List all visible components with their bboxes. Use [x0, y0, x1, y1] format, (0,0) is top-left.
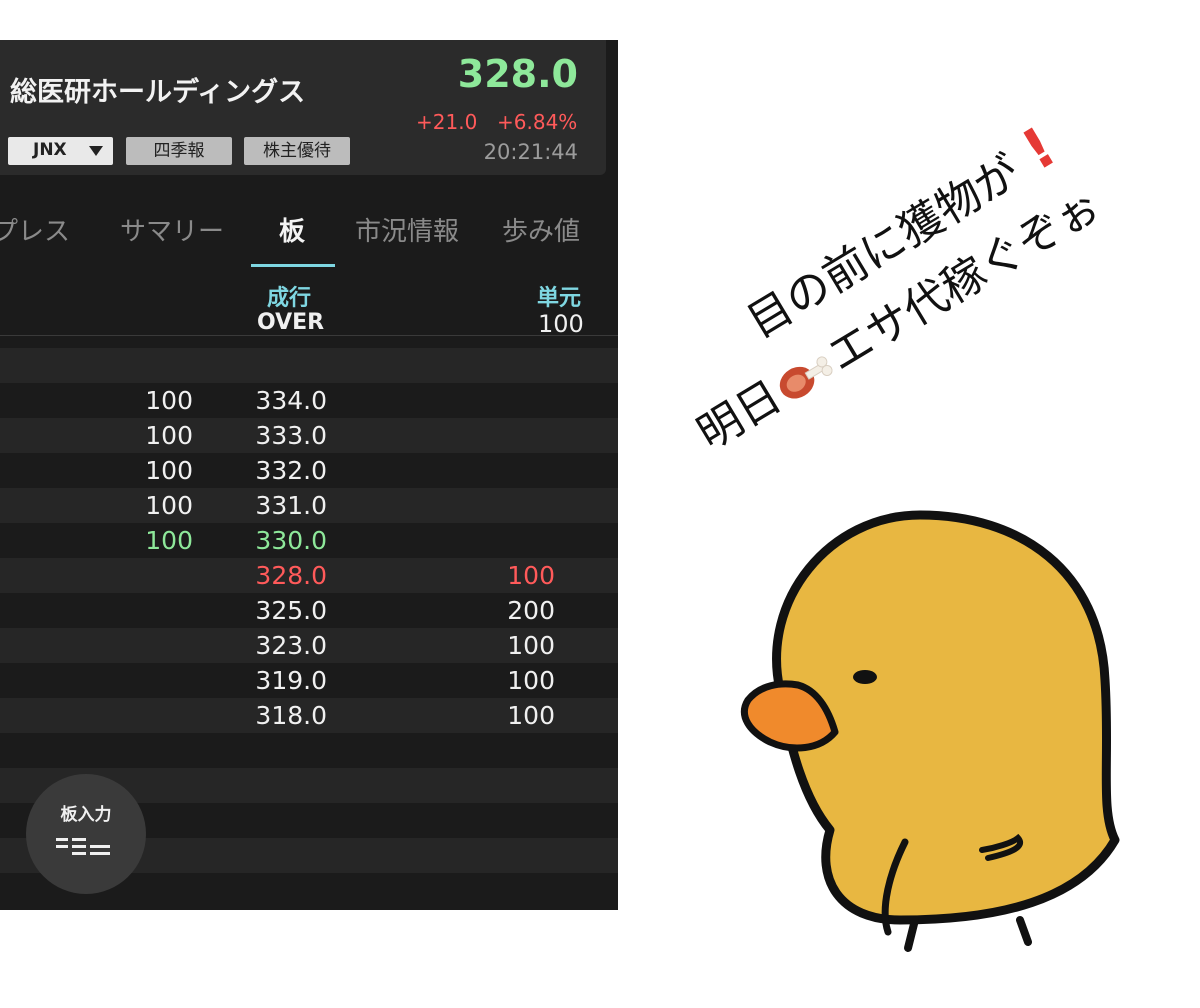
tab-tick-history[interactable]: 歩み値: [502, 211, 580, 248]
price-change-percent: +6.84%: [497, 110, 578, 134]
buy-qty: 200: [507, 596, 555, 625]
buy-qty: 100: [507, 701, 555, 730]
market-order-label: 成行: [267, 286, 312, 311]
sell-qty: [90, 663, 193, 698]
buy-qty: 100: [507, 666, 555, 695]
table-row[interactable]: 100 331.0: [0, 488, 618, 523]
table-row[interactable]: 100 332.0: [0, 453, 618, 488]
buy-qty: 100: [507, 561, 555, 590]
board-input-label: 板入力: [60, 805, 112, 825]
caret-down-icon: [89, 146, 103, 156]
table-row[interactable]: 100 334.0: [0, 383, 618, 418]
caption-overlay: 目の前に獲物が ! 明日 エサ代稼ぐぞぉ: [689, 115, 1110, 460]
buy-qty: [450, 453, 555, 488]
current-price: 328.0: [457, 52, 578, 96]
row-price: 328.0: [255, 561, 327, 590]
row-price: 333.0: [255, 421, 327, 450]
chick-illustration: [740, 510, 1120, 952]
company-name: 総医研ホールディングス: [10, 77, 306, 108]
row-price: 323.0: [255, 631, 327, 660]
market-order-value: OVER: [257, 310, 325, 335]
table-row[interactable]: 323.0 100: [0, 628, 618, 663]
buy-qty: [450, 418, 555, 453]
table-row[interactable]: 100 333.0: [0, 418, 618, 453]
table-row[interactable]: 100 330.0: [0, 523, 618, 558]
header-divider: [0, 335, 618, 336]
update-time: 20:21:44: [483, 140, 578, 164]
empty-row: [0, 348, 618, 383]
active-tab-indicator: [251, 264, 335, 267]
price-change: +21.0: [416, 110, 478, 134]
exclamation-icon: !: [1011, 115, 1066, 184]
sell-qty: [90, 593, 193, 628]
table-row[interactable]: 318.0 100: [0, 698, 618, 733]
tab-press[interactable]: プレス: [0, 211, 70, 248]
stock-board-panel: 総医研ホールディングス 328.0 +21.0 +6.84% 20:21:44 …: [0, 40, 618, 910]
unit-value: 100: [538, 310, 584, 338]
shareholder-benefits-button[interactable]: 株主優待: [244, 137, 350, 165]
sell-qty: 100: [145, 526, 193, 555]
tab-summary[interactable]: サマリー: [120, 211, 224, 248]
row-price: 319.0: [255, 666, 327, 695]
stock-header: 総医研ホールディングス 328.0 +21.0 +6.84% 20:21:44 …: [0, 40, 606, 175]
row-price: 325.0: [255, 596, 327, 625]
table-row[interactable]: 328.0 100: [0, 558, 618, 593]
empty-row: [0, 733, 618, 768]
tab-board[interactable]: 板: [279, 211, 305, 248]
sell-qty: 100: [145, 491, 193, 520]
buy-qty: [450, 523, 555, 558]
caption-line-2-start: 明日: [689, 371, 791, 460]
row-price: 334.0: [255, 386, 327, 415]
sell-qty: [90, 558, 193, 593]
row-price: 330.0: [255, 526, 327, 555]
table-row[interactable]: 325.0 200: [0, 593, 618, 628]
sell-qty: [90, 628, 193, 663]
table-row[interactable]: 319.0 100: [0, 663, 618, 698]
row-price: 332.0: [255, 456, 327, 485]
sell-qty: [90, 698, 193, 733]
board-input-icon: [56, 838, 110, 855]
buy-qty: 100: [507, 631, 555, 660]
buy-qty: [450, 488, 555, 523]
buy-qty: [450, 383, 555, 418]
sell-qty: 100: [145, 421, 193, 450]
sell-qty: 100: [145, 386, 193, 415]
meat-emoji-icon: [779, 356, 833, 399]
shikiho-button[interactable]: 四季報: [126, 137, 232, 165]
row-price: 318.0: [255, 701, 327, 730]
board-input-button[interactable]: 板入力: [26, 774, 146, 894]
row-price: 331.0: [255, 491, 327, 520]
unit-label: 単元: [537, 286, 582, 311]
tab-market-info[interactable]: 市況情報: [355, 211, 459, 248]
market-select-value: JNX: [33, 140, 67, 160]
market-select[interactable]: JNX: [8, 137, 113, 165]
sell-qty: 100: [145, 456, 193, 485]
